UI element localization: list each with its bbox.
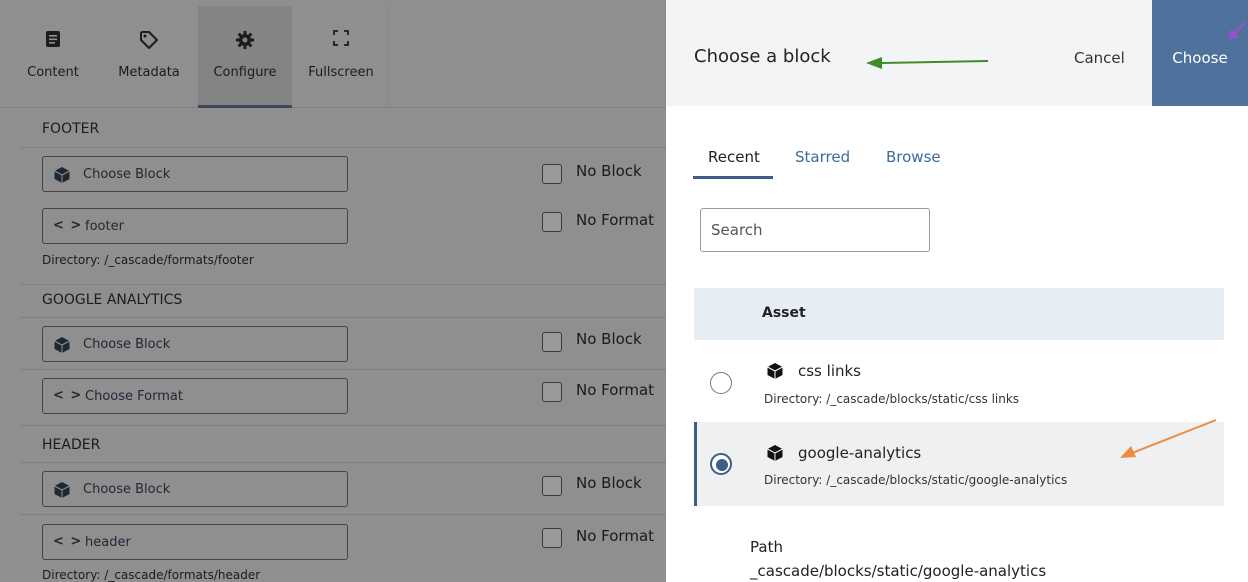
no-format-checkbox-header[interactable]: [542, 528, 562, 548]
block-icon: [54, 337, 70, 353]
tab-recent[interactable]: Recent: [708, 148, 760, 166]
asset-row-css-links[interactable]: css links Directory: /_cascade/blocks/st…: [694, 344, 1224, 428]
tag-icon: [102, 30, 196, 52]
choose-block-button-header[interactable]: Choose Block: [42, 471, 348, 507]
no-block-label: No Block: [576, 474, 642, 492]
divider: [20, 462, 666, 463]
path-label: Path: [750, 538, 783, 556]
asset-row-google-analytics[interactable]: google-analytics Directory: /_cascade/bl…: [694, 422, 1224, 506]
asset-name: google-analytics: [798, 444, 922, 462]
path-value: _cascade/blocks/static/google-analytics: [750, 562, 1047, 580]
divider: [20, 284, 666, 285]
no-format-label: No Format: [576, 211, 655, 229]
radio-button-selected[interactable]: [710, 453, 732, 475]
divider: [20, 317, 666, 318]
column-header-asset: Asset: [762, 305, 806, 321]
format-label: Choose Format: [85, 389, 183, 404]
divider: [20, 369, 666, 370]
tool-content[interactable]: Content: [6, 6, 100, 108]
choose-format-button-footer[interactable]: < > footer: [42, 208, 348, 244]
tool-fullscreen-label: Fullscreen: [308, 65, 374, 80]
asset-name: css links: [798, 362, 861, 380]
no-format-checkbox-google-analytics[interactable]: [542, 382, 562, 402]
dialog-title: Choose a block: [694, 46, 831, 67]
divider: [20, 514, 666, 515]
choose-block-button-google-analytics[interactable]: Choose Block: [42, 326, 348, 362]
tool-content-label: Content: [27, 65, 79, 80]
editor-background: Content Metadata Configure Fullscreen FO…: [0, 0, 666, 582]
asset-directory: Directory: /_cascade/blocks/static/css l…: [764, 392, 1020, 406]
table-header: Asset: [694, 288, 1224, 340]
no-format-label: No Format: [576, 381, 655, 399]
code-icon: < >: [53, 534, 83, 549]
divider: [20, 147, 666, 148]
tool-metadata-label: Metadata: [118, 65, 180, 80]
section-title-header: HEADER: [42, 437, 101, 453]
search-input[interactable]: [700, 208, 930, 252]
block-icon: [767, 363, 783, 379]
editor-toolbar: Content Metadata Configure Fullscreen: [0, 0, 666, 108]
block-icon: [54, 167, 70, 183]
tool-configure[interactable]: Configure: [198, 6, 292, 108]
tool-fullscreen[interactable]: Fullscreen: [294, 6, 388, 108]
format-label: footer: [85, 219, 124, 234]
gear-icon: [198, 30, 292, 52]
no-block-checkbox-header[interactable]: [542, 476, 562, 496]
no-block-checkbox-footer[interactable]: [542, 164, 562, 184]
choose-block-label: Choose Block: [83, 167, 171, 182]
fullscreen-icon: [294, 30, 388, 52]
code-icon: < >: [53, 388, 83, 403]
choose-format-button-google-analytics[interactable]: < > Choose Format: [42, 378, 348, 414]
code-icon: < >: [53, 218, 83, 233]
choose-button[interactable]: Choose: [1152, 0, 1248, 106]
choose-format-button-header[interactable]: < > header: [42, 524, 348, 560]
asset-directory: Directory: /_cascade/blocks/static/googl…: [764, 473, 1068, 487]
block-icon: [767, 445, 783, 461]
no-block-label: No Block: [576, 162, 642, 180]
format-directory: Directory: /_cascade/formats/footer: [42, 253, 254, 267]
radio-button[interactable]: [710, 372, 732, 394]
toolbar-divider: [388, 6, 389, 108]
choose-block-label: Choose Block: [83, 482, 171, 497]
tab-browse[interactable]: Browse: [886, 148, 941, 166]
section-title-google-analytics: GOOGLE ANALYTICS: [42, 292, 183, 308]
no-format-checkbox-footer[interactable]: [542, 212, 562, 232]
no-block-checkbox-google-analytics[interactable]: [542, 332, 562, 352]
tool-configure-label: Configure: [213, 65, 277, 80]
tool-metadata[interactable]: Metadata: [102, 6, 196, 108]
choose-block-label: Choose Block: [83, 337, 171, 352]
active-tab-indicator: [693, 176, 773, 179]
format-label: header: [85, 535, 131, 550]
tab-starred[interactable]: Starred: [795, 148, 850, 166]
dialog-header: Choose a block Cancel Choose: [666, 0, 1248, 106]
no-format-label: No Format: [576, 527, 655, 545]
format-directory: Directory: /_cascade/formats/header: [42, 568, 261, 582]
content-icon: [6, 30, 100, 52]
section-title-footer: FOOTER: [42, 121, 100, 137]
choose-block-button-footer[interactable]: Choose Block: [42, 156, 348, 192]
no-block-label: No Block: [576, 330, 642, 348]
choose-block-dialog: Choose a block Cancel Choose Recent Star…: [666, 0, 1248, 582]
cancel-button[interactable]: Cancel: [1074, 49, 1125, 67]
block-icon: [54, 482, 70, 498]
divider: [20, 425, 666, 426]
